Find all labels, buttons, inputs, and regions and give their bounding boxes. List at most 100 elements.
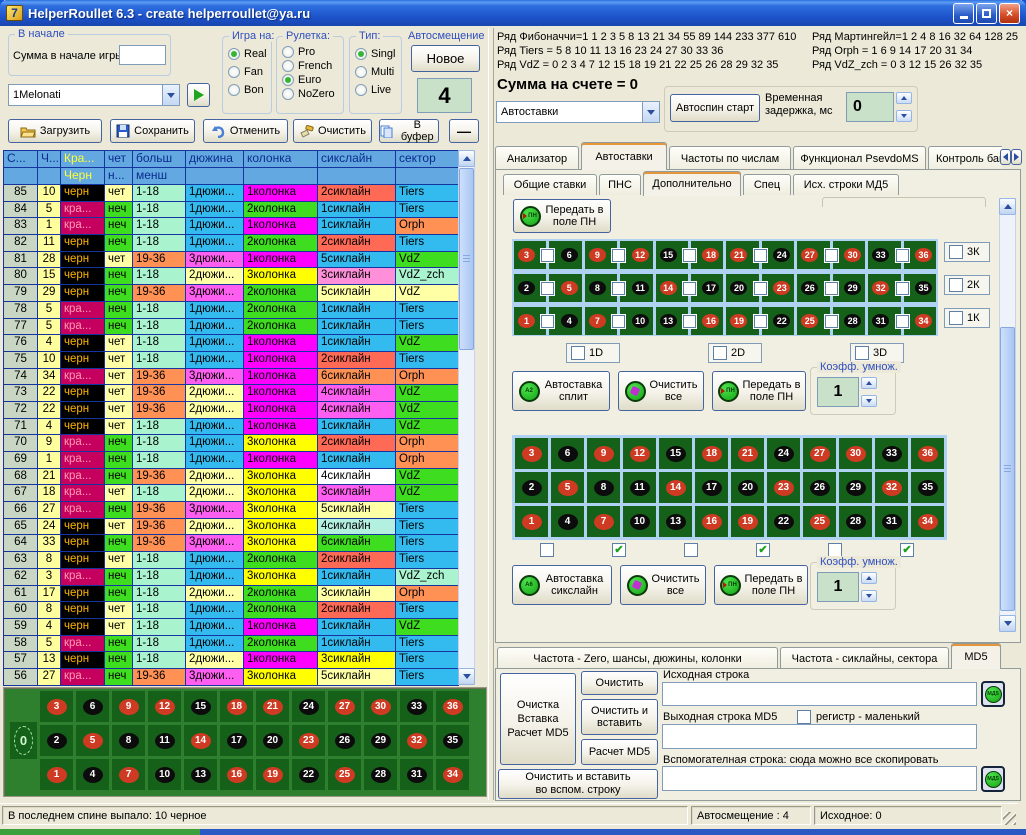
panel-scroll-up[interactable] bbox=[999, 198, 1016, 215]
split-pair-cell[interactable]: 811 bbox=[585, 274, 653, 302]
sixline-number-cell[interactable]: 33 bbox=[875, 438, 908, 469]
sixline-number-cell[interactable]: 24 bbox=[767, 438, 800, 469]
table-row[interactable]: 585кра...неч1-181дюжи...2колонка1сиклайн… bbox=[4, 636, 459, 653]
sixline-number-cell[interactable]: 25 bbox=[803, 506, 836, 537]
table-row[interactable]: 691кра...неч1-181дюжи...1колонка1сиклайн… bbox=[4, 452, 459, 469]
k-box-3k[interactable]: 3К bbox=[944, 242, 990, 262]
split-pair-cell[interactable]: 912 bbox=[585, 241, 653, 269]
sixline-checkbox[interactable] bbox=[828, 543, 842, 557]
column-header[interactable]: сектор bbox=[396, 151, 459, 168]
board-number-cell[interactable]: 2 bbox=[40, 725, 73, 756]
table-row[interactable]: 623кра...неч1-181дюжи...3колонка1сиклайн… bbox=[4, 569, 459, 586]
board-number-cell[interactable]: 13 bbox=[184, 759, 217, 790]
radio-french[interactable]: French bbox=[282, 60, 335, 72]
sixline-number-cell[interactable]: 23 bbox=[767, 472, 800, 503]
table-row[interactable]: 7434кра...чет19-363дюжи...1колонка6сикла… bbox=[4, 369, 459, 386]
split-checkbox[interactable] bbox=[754, 249, 767, 262]
sixline-number-cell[interactable]: 4 bbox=[551, 506, 584, 537]
clear-all-button-1[interactable]: Очистить все bbox=[618, 371, 704, 411]
split-checkbox[interactable] bbox=[541, 282, 554, 295]
column-header[interactable]: Черн bbox=[61, 168, 105, 185]
tabs-scroll-left[interactable] bbox=[1000, 149, 1011, 165]
split-pair-cell[interactable]: 1518 bbox=[656, 241, 724, 269]
bottomtab-freq-sectors[interactable]: Частота - сиклайны, сектора bbox=[780, 647, 949, 669]
column-header[interactable] bbox=[318, 168, 396, 185]
load-button[interactable]: Загрузить bbox=[8, 119, 102, 143]
board-number-cell[interactable]: 16 bbox=[220, 759, 253, 790]
md5-aux-run-button[interactable]: МД5 bbox=[981, 766, 1005, 792]
column-header[interactable]: н... bbox=[105, 168, 133, 185]
board-number-cell[interactable]: 33 bbox=[400, 691, 433, 722]
md5-calc-button[interactable]: Расчет MD5 bbox=[581, 739, 658, 765]
dim-box-3d[interactable]: 3D bbox=[850, 343, 904, 363]
board-number-cell[interactable]: 25 bbox=[328, 759, 361, 790]
coeff1-up-button[interactable] bbox=[861, 377, 877, 389]
md5-clear-button[interactable]: Очистить bbox=[581, 671, 658, 695]
autospin-start-button[interactable]: Автоспин старт bbox=[670, 94, 760, 122]
split-pair-cell[interactable]: 2124 bbox=[726, 241, 794, 269]
md5-output-input[interactable] bbox=[662, 724, 977, 749]
sixline-number-cell[interactable]: 6 bbox=[551, 438, 584, 469]
new-button[interactable]: Новое bbox=[411, 45, 480, 72]
board-number-cell[interactable]: 10 bbox=[148, 759, 181, 790]
board-number-cell[interactable]: 30 bbox=[364, 691, 397, 722]
table-row[interactable]: 6524чернчет19-362дюжи...3колонка4сиклайн… bbox=[4, 519, 459, 536]
table-row[interactable]: 8015черннеч1-182дюжи...3колонка3сиклайнV… bbox=[4, 268, 459, 285]
k1-checkbox[interactable] bbox=[949, 311, 963, 325]
coeff2-up-button[interactable] bbox=[861, 572, 877, 584]
column-header[interactable]: сикслайн bbox=[318, 151, 396, 168]
tab-bankroll[interactable]: Контроль банкрол bbox=[928, 146, 1002, 170]
sixline-number-cell[interactable]: 13 bbox=[659, 506, 692, 537]
sixline-number-cell[interactable]: 3 bbox=[515, 438, 548, 469]
sixline-number-cell[interactable]: 9 bbox=[587, 438, 620, 469]
table-row[interactable]: 7929черннеч19-363дюжи...2колонка5сиклайн… bbox=[4, 285, 459, 302]
table-row[interactable]: 6718кра...чет1-182дюжи...3колонка3сиклай… bbox=[4, 485, 459, 502]
sixline-number-cell[interactable]: 17 bbox=[695, 472, 728, 503]
sixline-number-cell[interactable]: 7 bbox=[587, 506, 620, 537]
board-number-cell[interactable]: 15 bbox=[184, 691, 217, 722]
board-number-cell[interactable]: 8 bbox=[112, 725, 145, 756]
coeff-spinner-1[interactable]: 1 bbox=[817, 377, 877, 407]
split-pair-cell[interactable]: 2730 bbox=[797, 241, 865, 269]
sixline-number-cell[interactable]: 14 bbox=[659, 472, 692, 503]
close-button[interactable]: × bbox=[999, 3, 1020, 24]
tabs-scroll-right[interactable] bbox=[1011, 149, 1022, 165]
tab-number-frequencies[interactable]: Частоты по числам bbox=[669, 146, 791, 170]
save-button[interactable]: Сохранить bbox=[110, 119, 195, 143]
board-number-cell[interactable]: 9 bbox=[112, 691, 145, 722]
autobet-sixline-button[interactable]: A6 Автоставка сикслайн bbox=[512, 565, 612, 605]
subtab-md5-strings[interactable]: Исх. строки МД5 bbox=[793, 174, 899, 195]
column-header[interactable] bbox=[38, 168, 61, 185]
coeff-spinner-2[interactable]: 1 bbox=[817, 572, 877, 602]
dim-2d-checkbox[interactable] bbox=[713, 346, 727, 360]
sixline-number-cell[interactable]: 31 bbox=[875, 506, 908, 537]
board-number-cell[interactable]: 28 bbox=[364, 759, 397, 790]
history-scroll-thumb[interactable] bbox=[459, 168, 474, 350]
split-pair-cell[interactable]: 1922 bbox=[726, 307, 794, 335]
split-checkbox[interactable] bbox=[896, 315, 909, 328]
split-checkbox[interactable] bbox=[754, 315, 767, 328]
table-row[interactable]: 6117черннеч1-182дюжи...2колонка3сиклайнO… bbox=[4, 586, 459, 603]
radio-pro[interactable]: Pro bbox=[282, 46, 335, 58]
split-pair-cell[interactable]: 14 bbox=[514, 307, 582, 335]
board-number-cell[interactable]: 14 bbox=[184, 725, 217, 756]
sixline-number-cell[interactable]: 20 bbox=[731, 472, 764, 503]
board-number-cell[interactable]: 17 bbox=[220, 725, 253, 756]
column-header[interactable] bbox=[244, 168, 318, 185]
table-row[interactable]: 638чернчет1-181дюжи...2колонка2сиклайнTi… bbox=[4, 552, 459, 569]
dim-3d-checkbox[interactable] bbox=[855, 346, 869, 360]
board-number-cell[interactable]: 26 bbox=[328, 725, 361, 756]
table-row[interactable]: 5627кра...неч19-363дюжи...3колонка5сикла… bbox=[4, 669, 459, 686]
zero-cell[interactable]: 0 bbox=[10, 722, 37, 759]
table-row[interactable]: 6627кра...неч19-363дюжи...3колонка5сикла… bbox=[4, 502, 459, 519]
subtab-general-bets[interactable]: Общие ставки bbox=[503, 174, 597, 195]
board-number-cell[interactable]: 1 bbox=[40, 759, 73, 790]
tab-analyzer[interactable]: Анализатор bbox=[495, 146, 579, 170]
board-number-cell[interactable]: 20 bbox=[256, 725, 289, 756]
split-pair-cell[interactable]: 3134 bbox=[868, 307, 936, 335]
split-checkbox[interactable] bbox=[612, 315, 625, 328]
sixline-number-cell[interactable]: 32 bbox=[875, 472, 908, 503]
sixline-number-cell[interactable]: 18 bbox=[695, 438, 728, 469]
column-header[interactable]: Кра... bbox=[61, 151, 105, 168]
tab-psevdoms[interactable]: Функционал PsevdoMS bbox=[793, 146, 926, 170]
